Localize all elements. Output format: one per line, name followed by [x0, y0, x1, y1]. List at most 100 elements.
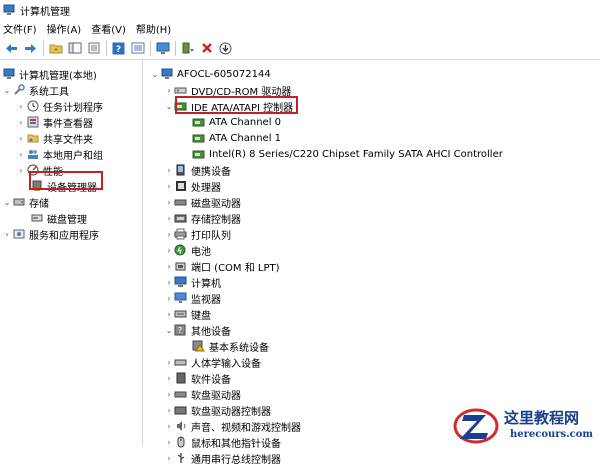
disable-device-button[interactable] [218, 41, 233, 56]
update-driver-button[interactable] [180, 41, 195, 56]
chevron-right-icon[interactable]: › [164, 258, 174, 274]
usb-icon [174, 452, 187, 465]
properties-button[interactable] [86, 41, 101, 56]
device-category-label: 软盘驱动器控制器 [191, 406, 271, 418]
uninstall-button[interactable] [199, 41, 214, 56]
tree-item-services-apps[interactable]: › 服务和应用程序 [2, 226, 99, 242]
menu-view[interactable]: 查看(V) [91, 21, 126, 36]
device-category-usb-controllers[interactable]: › 通用串行总线控制器 [164, 450, 281, 466]
device-category-floppy-controllers[interactable]: › 软盘驱动器控制器 [164, 402, 271, 418]
device-category-battery[interactable]: › 电池 [164, 242, 211, 258]
chevron-right-icon[interactable]: › [164, 162, 174, 178]
chevron-right-icon[interactable]: › [164, 306, 174, 322]
device-category-storage-controllers[interactable]: › 存储控制器 [164, 210, 241, 226]
chevron-right-icon[interactable]: › [164, 178, 174, 194]
device-category-processor[interactable]: › 处理器 [164, 178, 221, 194]
help-button[interactable]: ? [111, 41, 126, 56]
computer-icon [160, 68, 173, 81]
warning-device-icon [192, 340, 205, 353]
device-category-monitors[interactable]: › 监视器 [164, 290, 221, 306]
device-category-print-queues[interactable]: › 打印队列 [164, 226, 231, 242]
scan-hardware-button[interactable] [155, 41, 170, 56]
device-category-floppy-drives[interactable]: › 软盘驱动器 [164, 386, 241, 402]
chevron-right-icon[interactable]: › [164, 354, 174, 370]
device-category-ports[interactable]: › 端口 (COM 和 LPT) [164, 258, 279, 274]
device-category-other-devices[interactable]: ⌄ ? 其他设备 [164, 322, 231, 338]
properties-icon [88, 42, 99, 54]
chevron-right-icon[interactable]: › [16, 146, 26, 162]
chevron-right-icon[interactable]: › [164, 418, 174, 434]
chevron-right-icon[interactable]: › [164, 274, 174, 290]
device-label: ATA Channel 1 [209, 132, 282, 144]
tree-item-storage[interactable]: ⌄ 存储 [2, 194, 49, 210]
device-category-software-devices[interactable]: › 软件设备 [164, 370, 231, 386]
device-ata-channel-0[interactable]: ATA Channel 0 [192, 114, 281, 130]
tree-item-system-tools[interactable]: ⌄ 系统工具 [2, 82, 69, 98]
clock-icon [26, 100, 39, 113]
chevron-right-icon[interactable]: › [164, 82, 174, 98]
device-category-label: 磁盘驱动器 [191, 198, 241, 210]
chevron-right-icon[interactable]: › [16, 98, 26, 114]
chevron-right-icon[interactable]: › [164, 226, 174, 242]
tree-item-shared-folders[interactable]: › 共享文件夹 [16, 130, 93, 146]
device-tree-root[interactable]: ⌄ AFOCL-605072144 [150, 66, 271, 82]
chevron-down-icon[interactable]: ⌄ [164, 322, 174, 338]
device-category-label: 便携设备 [191, 166, 231, 178]
chevron-right-icon[interactable]: › [16, 162, 26, 178]
device-category-hid[interactable]: › 人体学输入设备 [164, 354, 261, 370]
menu-file[interactable]: 文件(F) [3, 21, 37, 36]
device-category-label: 软盘驱动器 [191, 390, 241, 402]
menu-help[interactable]: 帮助(H) [136, 21, 171, 36]
device-ata-channel-1[interactable]: ATA Channel 1 [192, 130, 281, 146]
device-category-disk-drives[interactable]: › 磁盘驱动器 [164, 194, 241, 210]
watermark-title: 这里教程网 [504, 409, 580, 427]
device-basic-system-device[interactable]: 基本系统设备 [192, 338, 269, 354]
chevron-down-icon[interactable]: ⌄ [2, 194, 12, 210]
chevron-right-icon[interactable]: › [164, 210, 174, 226]
export-list-button[interactable] [130, 41, 145, 56]
chevron-right-icon[interactable]: › [164, 242, 174, 258]
chevron-right-icon[interactable]: › [164, 386, 174, 402]
chevron-right-icon[interactable]: › [164, 194, 174, 210]
chevron-right-icon[interactable]: › [2, 226, 12, 242]
device-category-label: 软件设备 [191, 374, 231, 386]
export-list-icon [131, 42, 144, 54]
tree-item-computer-management[interactable]: 计算机管理(本地) [2, 66, 97, 82]
chevron-right-icon[interactable]: › [164, 290, 174, 306]
storage-controller-icon [174, 212, 187, 225]
device-category-mice[interactable]: › 鼠标和其他指针设备 [164, 434, 281, 450]
tree-item-disk-management[interactable]: 磁盘管理 [30, 210, 87, 226]
chevron-right-icon[interactable]: › [16, 130, 26, 146]
show-hide-tree-button[interactable] [67, 41, 82, 56]
toolbar-separator [43, 40, 44, 56]
device-category-sound-video-game[interactable]: › 声音、视频和游戏控制器 [164, 418, 301, 434]
forward-button[interactable] [23, 41, 38, 56]
device-label: Intel(R) 8 Series/C220 Chipset Family SA… [209, 148, 503, 160]
svg-text:?: ? [178, 326, 182, 335]
chevron-right-icon[interactable]: › [16, 114, 26, 130]
chevron-down-icon[interactable]: ⌄ [2, 82, 12, 98]
keyboard-icon [174, 308, 187, 321]
chevron-right-icon[interactable]: › [164, 434, 174, 450]
speaker-icon [174, 420, 187, 433]
users-icon [26, 148, 39, 161]
chevron-right-icon[interactable]: › [164, 370, 174, 386]
back-button[interactable] [4, 41, 19, 56]
tree-item-local-users-groups[interactable]: › 本地用户和组 [16, 146, 103, 162]
device-label: ATA Channel 0 [209, 116, 282, 128]
hid-icon [174, 356, 187, 369]
device-category-label: 人体学输入设备 [191, 358, 261, 370]
chevron-down-icon[interactable]: ⌄ [164, 98, 174, 114]
up-folder-button[interactable] [48, 41, 63, 56]
device-category-keyboards[interactable]: › 键盘 [164, 306, 211, 322]
tree-item-task-scheduler[interactable]: › 任务计划程序 [16, 98, 103, 114]
tree-item-event-viewer[interactable]: › 事件查看器 [16, 114, 93, 130]
chevron-right-icon[interactable]: › [164, 402, 174, 418]
menu-action[interactable]: 操作(A) [47, 21, 82, 36]
chevron-down-icon[interactable]: ⌄ [150, 66, 160, 82]
device-sata-ahci-controller[interactable]: Intel(R) 8 Series/C220 Chipset Family SA… [192, 146, 503, 162]
battery-icon [174, 244, 187, 257]
device-category-portable[interactable]: › 便携设备 [164, 162, 231, 178]
device-category-computer[interactable]: › 计算机 [164, 274, 221, 290]
chevron-right-icon[interactable]: › [164, 450, 174, 466]
